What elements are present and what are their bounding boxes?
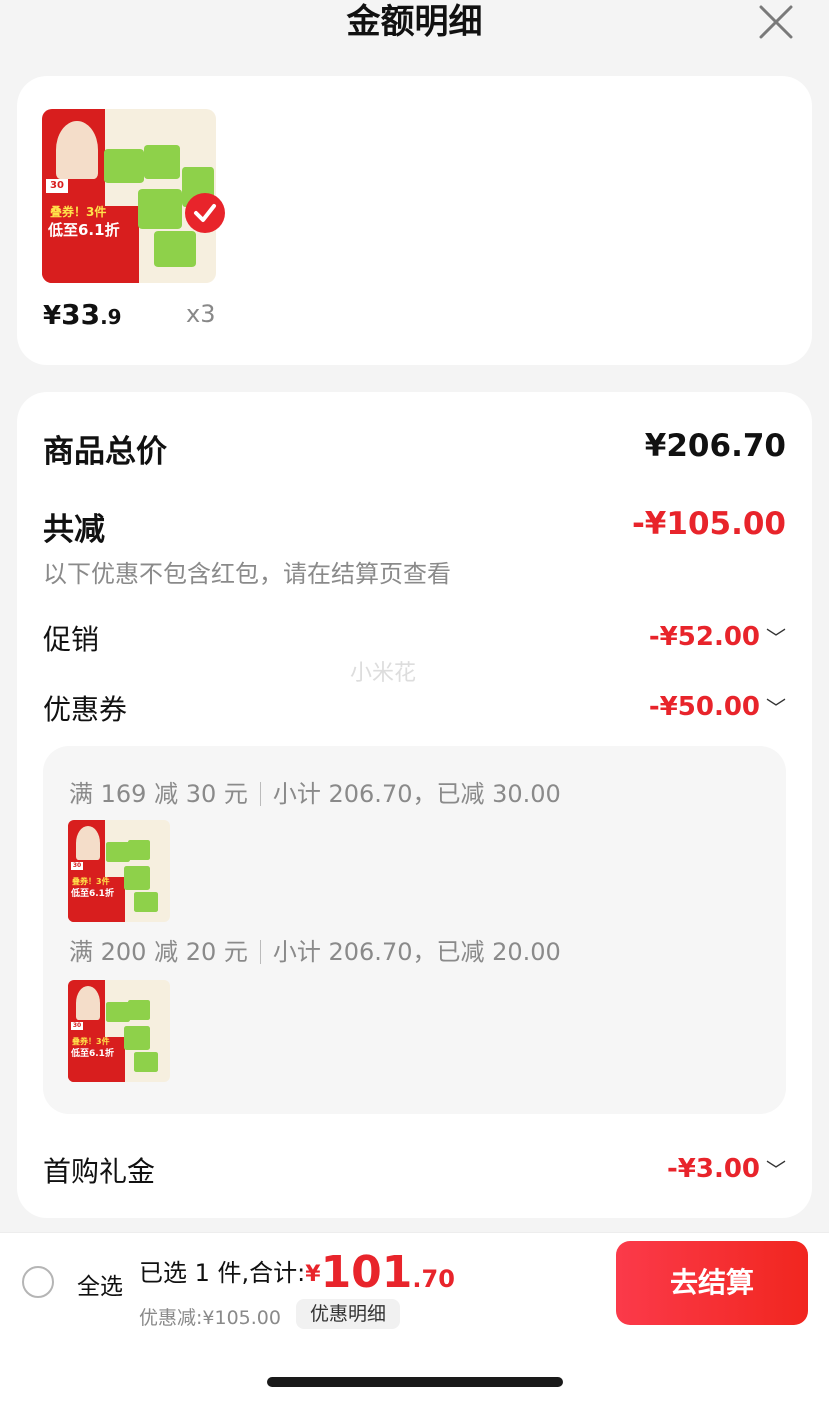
reduce-value: -¥105.00 xyxy=(631,506,786,542)
header: 金额明细 xyxy=(0,0,829,48)
page-title: 金额明细 xyxy=(346,2,483,42)
total-label: 商品总价 xyxy=(43,434,167,470)
coupon-product-image: 30 叠券！3件 低至6.1折 xyxy=(68,980,170,1082)
product-price: ¥33.9 xyxy=(43,298,122,331)
reduce-label: 共减 xyxy=(43,512,105,548)
select-all-radio[interactable] xyxy=(22,1266,54,1298)
reduce-note: 以下优惠不包含红包，请在结算页查看 xyxy=(43,560,451,588)
selected-summary: 已选 1 件,合计:¥101.70 xyxy=(139,1247,455,1298)
watermark: 小米花 xyxy=(350,661,417,686)
product-card: 30 叠券！3件 低至6.1折 ¥33.9 x3 xyxy=(17,76,812,365)
bottom-checkout-bar: 全选 已选 1 件,合计:¥101.70 优惠减:¥105.00 优惠明细 去结… xyxy=(0,1232,829,1330)
select-all-label[interactable]: 全选 xyxy=(77,1267,123,1301)
discount-text: 优惠减:¥105.00 xyxy=(139,1307,281,1329)
selected-check-icon[interactable] xyxy=(185,193,225,233)
home-indicator[interactable] xyxy=(267,1377,563,1387)
gift-label: 首购礼金 xyxy=(43,1155,156,1188)
coupon-product-image: 30 叠券！3件 低至6.1折 xyxy=(68,820,170,922)
chevron-down-icon: ﹀ xyxy=(766,1158,786,1182)
coupon-detail-box: 满 169 减 30 元小计 206.70，已减 30.00 30 叠券！3件 … xyxy=(43,746,786,1114)
home-bar-area xyxy=(0,1330,829,1405)
promo-row[interactable]: -¥52.00 ﹀ xyxy=(649,622,786,652)
gift-row[interactable]: -¥3.00 ﹀ xyxy=(667,1154,786,1184)
coupon-item: 满 200 减 20 元小计 206.70，已减 20.00 xyxy=(69,938,561,966)
product-image[interactable]: 30 叠券！3件 低至6.1折 xyxy=(42,109,216,283)
chevron-down-icon: ﹀ xyxy=(766,626,786,650)
total-value: ¥206.70 xyxy=(644,428,786,464)
checkout-button[interactable]: 去结算 xyxy=(616,1241,808,1325)
coupon-item: 满 169 减 30 元小计 206.70，已减 30.00 xyxy=(69,780,561,808)
chevron-down-icon: ﹀ xyxy=(766,696,786,720)
coupon-value: -¥50.00 xyxy=(648,692,760,722)
price-detail-card: 商品总价 ¥206.70 共减 -¥105.00 以下优惠不包含红包，请在结算页… xyxy=(17,392,812,1218)
coupon-row[interactable]: -¥50.00 ﹀ xyxy=(649,692,786,722)
coupon-label: 优惠券 xyxy=(43,693,128,726)
close-icon[interactable] xyxy=(756,2,796,42)
promo-label: 促销 xyxy=(43,623,100,656)
gift-value: -¥3.00 xyxy=(666,1154,760,1184)
product-quantity: x3 xyxy=(186,300,216,328)
promo-value: -¥52.00 xyxy=(648,622,760,652)
discount-detail-button[interactable]: 优惠明细 xyxy=(296,1299,401,1329)
